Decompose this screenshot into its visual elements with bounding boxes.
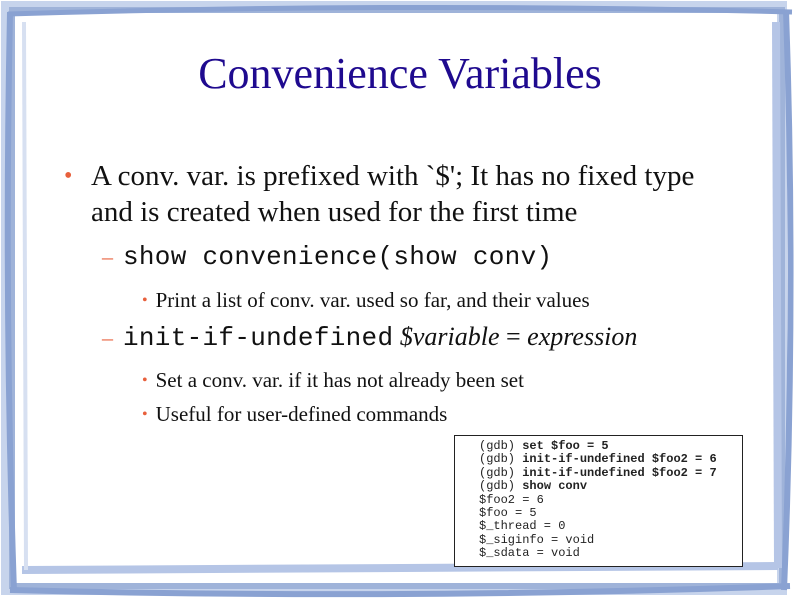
equals-sign: = [499, 322, 528, 351]
main-bullet: • A conv. var. is prefixed with `$'; It … [64, 158, 724, 230]
command-code: init-if-undefined [123, 323, 394, 353]
code-line: (gdb) init-if-undefined $foo2 = 6 [479, 452, 717, 467]
gdb-example-box: (gdb) set $foo = 5 (gdb) init-if-undefin… [454, 435, 743, 567]
code-line: $foo = 5 [479, 505, 537, 520]
code-line: (gdb) init-if-undefined $foo2 = 7 [479, 465, 717, 480]
main-bullet-text: A conv. var. is prefixed with `$'; It ha… [91, 160, 695, 228]
code-line: $_thread = 0 [479, 519, 566, 534]
bullet-marker: • [142, 406, 148, 423]
variable-arg: $variable [399, 322, 500, 351]
detail-text: Set a conv. var. if it has not already b… [155, 368, 524, 392]
code-line: (gdb) set $foo = 5 [479, 439, 609, 453]
detail-text: Print a list of conv. var. used so far, … [155, 288, 590, 312]
dash-marker: – [102, 325, 113, 350]
detail-item: • Useful for user-defined commands [142, 402, 447, 427]
bullet-marker: • [64, 163, 73, 189]
detail-item: • Set a conv. var. if it has not already … [142, 368, 524, 393]
code-line: $foo2 = 6 [479, 492, 544, 507]
expression-arg: expression [527, 322, 638, 351]
code-line: $_sdata = void [479, 546, 580, 561]
detail-text: Useful for user-defined commands [155, 402, 448, 426]
sub-item-init-if-undefined: – init-if-undefined $variable = expressio… [102, 322, 637, 353]
command-code: show convenience(show conv) [123, 242, 553, 272]
sub-item-show-convenience: – show convenience(show conv) [102, 241, 552, 272]
code-line: (gdb) show conv [479, 479, 588, 494]
bullet-marker: • [142, 292, 148, 309]
slide-title: Convenience Variables [198, 49, 602, 98]
detail-item: • Print a list of conv. var. used so far,… [142, 288, 590, 313]
dash-marker: – [102, 244, 113, 269]
code-line: $_siginfo = void [479, 532, 595, 547]
bullet-marker: • [142, 372, 148, 389]
